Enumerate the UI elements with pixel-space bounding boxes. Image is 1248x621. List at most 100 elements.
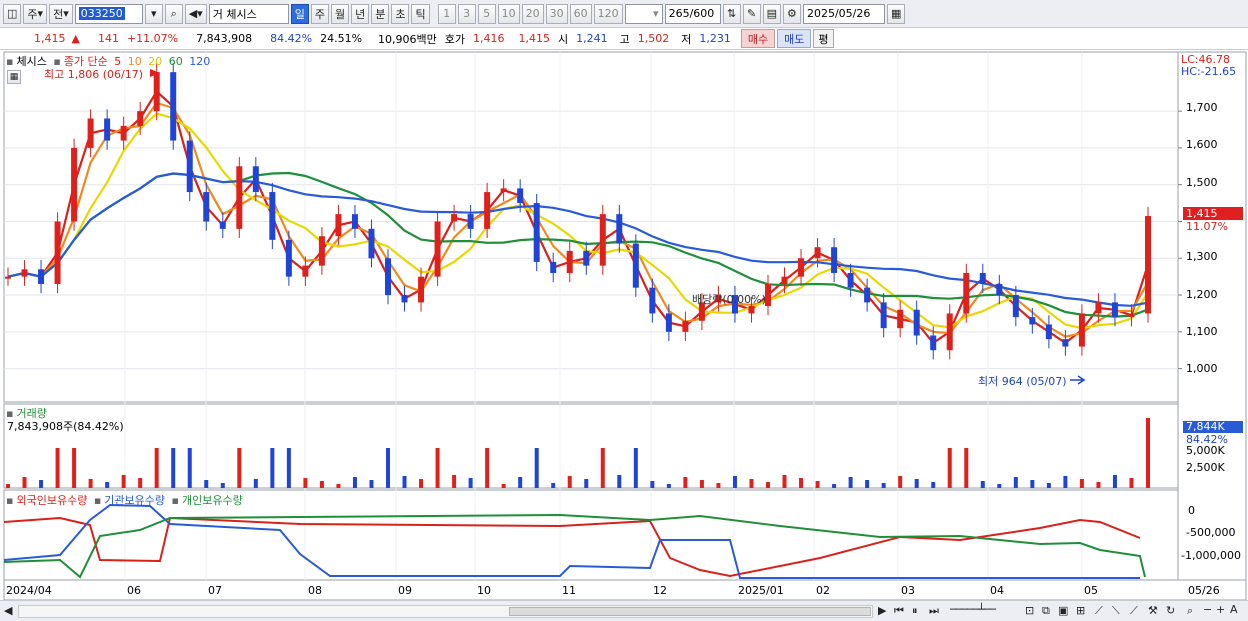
candle-body bbox=[21, 269, 28, 277]
zoom-slider[interactable]: ─────┴── bbox=[950, 603, 996, 616]
period-week[interactable]: 주 bbox=[310, 3, 329, 24]
x-label-08: 08 bbox=[308, 584, 322, 597]
dividend-note: 배당락(0.00%) bbox=[692, 293, 766, 306]
eval-button[interactable]: 평 bbox=[813, 29, 834, 48]
scroll-left-icon[interactable]: ◀ bbox=[4, 604, 12, 617]
draw-tool-icon[interactable]: ✎ bbox=[742, 3, 761, 24]
zoom-out-icon[interactable]: − bbox=[1203, 603, 1212, 616]
interval-20[interactable]: 20 bbox=[521, 3, 544, 24]
holdings-tick-0: 0 bbox=[1188, 504, 1195, 517]
window-icon[interactable]: ▣ bbox=[1058, 604, 1068, 617]
fibo-icon[interactable]: ⟍ bbox=[1112, 604, 1120, 618]
period-second[interactable]: 초 bbox=[391, 3, 410, 24]
low-price: 1,231 bbox=[699, 32, 731, 45]
candle-body bbox=[1029, 317, 1036, 325]
period-year[interactable]: 년 bbox=[351, 3, 370, 24]
panel-frame bbox=[3, 51, 1179, 403]
period-tick[interactable]: 틱 bbox=[411, 3, 430, 24]
interval-120[interactable]: 120 bbox=[593, 3, 623, 24]
interval-10[interactable]: 10 bbox=[497, 3, 520, 24]
code-dropdown-icon[interactable]: ▾ bbox=[144, 3, 163, 24]
x-label-05: 05 bbox=[1084, 584, 1098, 597]
volume-bar bbox=[121, 475, 126, 488]
candle-body bbox=[1045, 324, 1052, 340]
speaker-icon[interactable]: ◀▾ bbox=[184, 3, 207, 24]
scroll-right-icon[interactable]: ▶ bbox=[878, 604, 886, 617]
volume-bar bbox=[452, 475, 457, 488]
period-minute[interactable]: 분 bbox=[371, 3, 390, 24]
volume-bar bbox=[336, 484, 341, 488]
tools-icon[interactable]: ⚒ bbox=[1148, 604, 1158, 617]
pause-icon[interactable]: ⏸ bbox=[912, 604, 918, 618]
market-type-select[interactable]: 주 ▾ bbox=[23, 3, 48, 24]
period-day[interactable]: 일 bbox=[290, 3, 309, 24]
exchange-select[interactable]: 전 ▾ bbox=[49, 3, 73, 24]
custom-interval-input[interactable]: ▾ bbox=[624, 3, 663, 24]
crosshair-icon[interactable]: ⊡ bbox=[1025, 604, 1034, 617]
font-size-icon[interactable]: A bbox=[1230, 603, 1238, 616]
candle-body bbox=[500, 188, 507, 193]
volume-bar bbox=[22, 477, 27, 488]
holdings-tick-1000k: -1,000,000 bbox=[1181, 549, 1241, 562]
search-icon[interactable]: ⌕ bbox=[164, 3, 183, 24]
draw-line-icon[interactable]: ⟋ bbox=[1095, 604, 1103, 618]
stock-code-input[interactable]: 033250 bbox=[74, 3, 143, 24]
candle-body bbox=[814, 247, 821, 259]
candle-body bbox=[104, 118, 111, 141]
indiv-square-icon: ▪ bbox=[171, 494, 179, 507]
bid-label: 호가 bbox=[444, 32, 466, 46]
volume-bar bbox=[187, 448, 192, 488]
grid-icon[interactable]: ⊞ bbox=[1076, 604, 1085, 617]
interval-60[interactable]: 60 bbox=[569, 3, 592, 24]
zoom-search-icon[interactable]: ⌕ bbox=[1187, 604, 1193, 618]
layout-split-icon[interactable]: ⧉ bbox=[1042, 604, 1050, 618]
save-icon[interactable]: ▤ bbox=[762, 3, 781, 24]
candle-body bbox=[203, 192, 210, 222]
hc-value: HC:-21.65 bbox=[1181, 65, 1237, 78]
rewind-icon[interactable]: ⏮ bbox=[894, 604, 904, 618]
x-label-12: 12 bbox=[653, 584, 667, 597]
interval-1[interactable]: 1 bbox=[437, 3, 456, 24]
volume-bar bbox=[319, 481, 324, 488]
stock-chart[interactable] bbox=[0, 50, 1248, 600]
scroll-track[interactable] bbox=[18, 605, 873, 618]
table-grid-icon[interactable]: ▦ bbox=[7, 70, 21, 84]
layout-icon[interactable]: ◫ bbox=[3, 3, 22, 24]
count-max: /600 bbox=[689, 7, 715, 20]
volume-bar bbox=[105, 482, 110, 488]
volume-bar bbox=[154, 448, 159, 488]
interval-5[interactable]: 5 bbox=[477, 3, 496, 24]
buy-button[interactable]: 매수 bbox=[740, 29, 776, 48]
fast-forward-icon[interactable]: ⏭ bbox=[929, 604, 939, 618]
settings-gear-icon[interactable]: ⚙ bbox=[782, 3, 801, 24]
candle-body bbox=[302, 265, 309, 277]
zoom-in-icon[interactable]: + bbox=[1216, 603, 1225, 616]
count-input[interactable]: 265/600 bbox=[664, 3, 721, 24]
price-change-pct: +11.07% bbox=[126, 32, 179, 45]
sell-button[interactable]: 매도 bbox=[777, 29, 812, 48]
period-month[interactable]: 월 bbox=[330, 3, 350, 24]
interval-30[interactable]: 30 bbox=[545, 3, 568, 24]
candle-body bbox=[467, 214, 474, 229]
high-price: 1,502 bbox=[637, 32, 670, 45]
x-label-11: 11 bbox=[562, 584, 576, 597]
candle-body bbox=[170, 72, 177, 141]
inst-square-icon: ▪ bbox=[93, 494, 102, 507]
date-input[interactable]: 2025/05/26 bbox=[802, 3, 885, 24]
stock-name-field[interactable]: 거 체시스 bbox=[208, 3, 289, 24]
scroll-thumb[interactable] bbox=[509, 607, 871, 616]
volume-bar bbox=[947, 448, 952, 488]
refresh-icon[interactable]: ↻ bbox=[1166, 604, 1175, 617]
current-price-tag: 1,415 bbox=[1183, 207, 1243, 220]
interval-3[interactable]: 3 bbox=[457, 3, 476, 24]
stock-prefix: 거 bbox=[212, 7, 223, 21]
x-label-07: 07 bbox=[208, 584, 222, 597]
volume-bar bbox=[352, 477, 357, 488]
candle-body bbox=[252, 166, 259, 193]
x-label-05-26: 05/26 bbox=[1188, 584, 1220, 597]
volume-bar bbox=[749, 479, 754, 488]
x-label-2024-04: 2024/04 bbox=[6, 584, 52, 597]
calendar-icon[interactable]: ▦ bbox=[886, 3, 906, 24]
ruler-icon[interactable]: ⟋ bbox=[1130, 604, 1138, 618]
compare-icon[interactable]: ⇅ bbox=[722, 3, 741, 24]
